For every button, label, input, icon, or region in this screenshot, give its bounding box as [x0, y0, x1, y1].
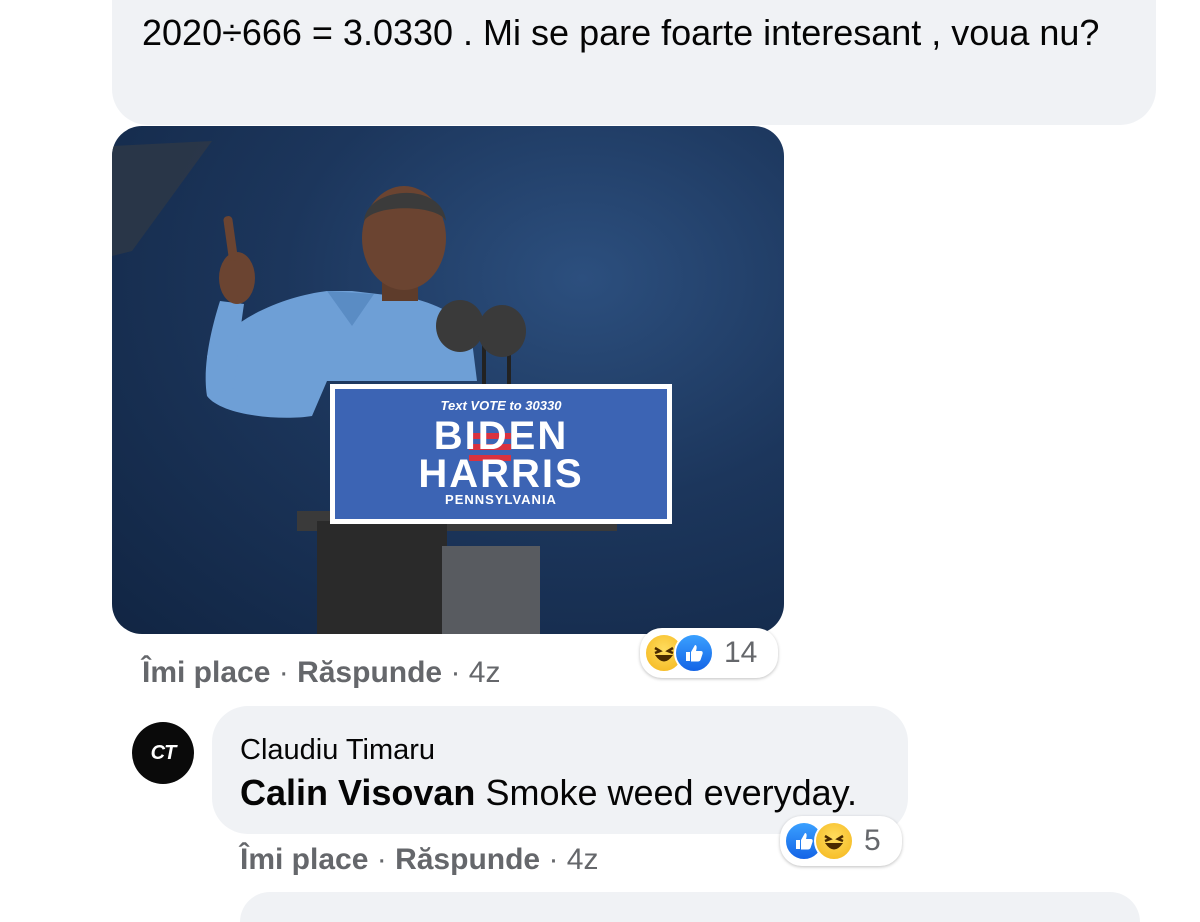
reply-link[interactable]: Răspunde [297, 656, 442, 689]
reply-link[interactable]: Răspunde [395, 843, 540, 876]
next-comment-bubble [240, 892, 1140, 922]
reaction-count: 14 [724, 636, 758, 669]
like-icon [674, 633, 714, 673]
podium-harris-text: HARRIS [418, 452, 584, 496]
reaction-count: 5 [864, 824, 881, 857]
haha-icon [814, 821, 854, 861]
separator: · [548, 843, 567, 876]
mention-link[interactable]: Calin Visovan [240, 772, 475, 813]
rally-photo-illustration [112, 141, 672, 634]
comment-photo[interactable]: Text VOTE to 30330 BIDEN HARRIS PENNSYLV… [112, 126, 784, 634]
like-link[interactable]: Îmi place [142, 656, 270, 689]
reply-actions: Îmi place · Răspunde · 4z [240, 843, 598, 877]
avatar-initials: CT [150, 741, 177, 764]
separator: · [450, 656, 469, 689]
reply-bubble: Claudiu Timaru Calin Visovan Smoke weed … [212, 706, 908, 834]
podium-top-text: Text VOTE to 30330 [440, 398, 562, 413]
reply-author[interactable]: Claudiu Timaru [240, 732, 880, 768]
podium-pennsylvania-text: PENNSYLVANIA [445, 492, 557, 507]
separator: · [278, 656, 298, 689]
separator: · [376, 843, 396, 876]
timestamp[interactable]: 4z [469, 656, 501, 689]
timestamp[interactable]: 4z [567, 843, 599, 876]
reply-text-line: Calin Visovan Smoke weed everyday. [240, 770, 880, 816]
comment-reactions[interactable]: 14 [640, 628, 778, 678]
comment-text: 2020÷666 = 3.0330 . Mi se pare foarte in… [142, 12, 1100, 53]
avatar[interactable]: CT [132, 722, 194, 784]
like-link[interactable]: Îmi place [240, 843, 368, 876]
reply-text: Smoke weed everyday. [485, 772, 857, 813]
comment-actions: Îmi place · Răspunde · 4z [142, 656, 500, 690]
comment-bubble: 2020÷666 = 3.0330 . Mi se pare foarte in… [112, 0, 1156, 125]
reply-reactions[interactable]: 5 [780, 816, 902, 866]
